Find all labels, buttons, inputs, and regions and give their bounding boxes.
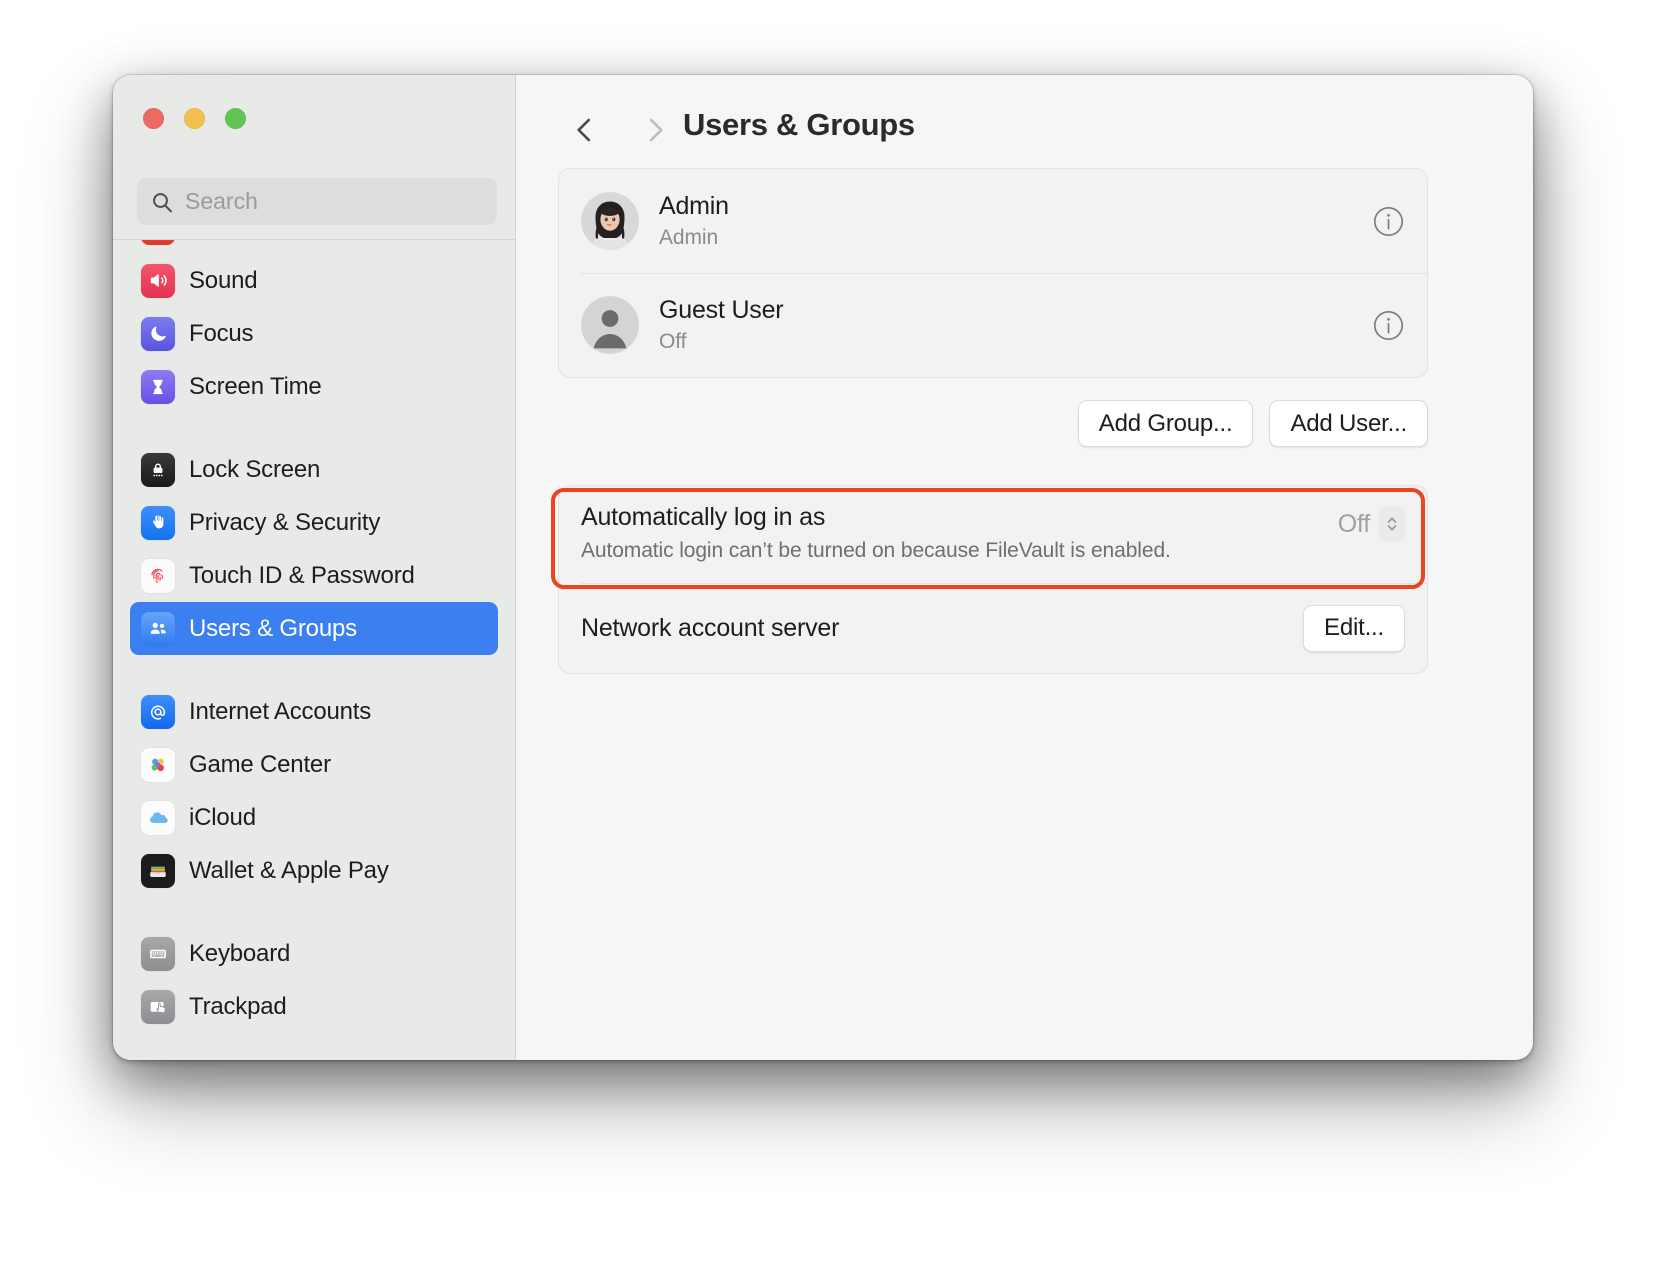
sidebar-item-label: Trackpad xyxy=(189,992,287,1020)
search-field[interactable] xyxy=(137,178,497,225)
sidebar-item-game-center[interactable]: Game Center xyxy=(130,738,498,791)
forward-chevron-icon xyxy=(640,115,670,145)
touch-id-icon xyxy=(141,558,175,593)
user-info: Guest User Off xyxy=(659,296,1372,354)
users-groups-icon xyxy=(141,611,175,646)
sidebar-item-label: Sound xyxy=(189,266,258,294)
edit-button[interactable]: Edit... xyxy=(1303,604,1405,652)
table-row[interactable]: Admin Admin xyxy=(559,169,1427,273)
page-title: Users & Groups xyxy=(683,107,915,142)
detail-pane: Users & Groups Admin Admin Guest User Of… xyxy=(516,75,1533,1060)
users-list-group: Admin Admin Guest User Off xyxy=(558,168,1428,378)
memoji-avatar xyxy=(581,192,639,250)
search-icon xyxy=(151,191,173,213)
user-name: Admin xyxy=(659,192,729,220)
sidebar-item-notifications[interactable]: Notifications xyxy=(130,239,498,254)
network-account-server-row: Network account server Edit... xyxy=(559,583,1427,673)
wallet-icon xyxy=(141,853,175,888)
minimize-button[interactable] xyxy=(184,108,205,129)
icloud-icon xyxy=(141,800,175,835)
sidebar-item-label: Users & Groups xyxy=(189,614,357,642)
sidebar: Notifications Sound Focus xyxy=(113,75,516,1060)
sidebar-item-keyboard[interactable]: Keyboard xyxy=(130,927,498,980)
user-role: Admin xyxy=(659,226,719,249)
sidebar-item-privacy-security[interactable]: Privacy & Security xyxy=(130,496,498,549)
system-settings-window: Notifications Sound Focus xyxy=(113,75,1533,1060)
trackpad-icon xyxy=(141,989,175,1024)
sidebar-item-label: Internet Accounts xyxy=(189,697,372,725)
lock-screen-icon xyxy=(141,452,175,487)
sidebar-item-label: Focus xyxy=(189,319,254,347)
window-controls xyxy=(143,108,246,129)
sidebar-item-screen-time[interactable]: Screen Time xyxy=(130,360,498,413)
user-actions: Add Group... Add User... xyxy=(558,400,1428,447)
back-button[interactable] xyxy=(558,103,612,157)
user-status: Off xyxy=(659,330,687,353)
sidebar-item-focus[interactable]: Focus xyxy=(130,307,498,360)
sidebar-item-label: Privacy & Security xyxy=(189,508,381,536)
game-center-icon xyxy=(141,747,175,782)
internet-accounts-icon xyxy=(141,694,175,729)
automatic-login-label: Automatically log in as xyxy=(581,503,826,531)
screenshot-stage: Notifications Sound Focus xyxy=(0,0,1654,1266)
keyboard-icon xyxy=(141,936,175,971)
automatic-login-texts: Automatically log in as Automatic login … xyxy=(581,503,1338,563)
network-account-server-label: Network account server xyxy=(581,613,840,642)
sidebar-item-icloud[interactable]: iCloud xyxy=(130,791,498,844)
sidebar-item-label: iCloud xyxy=(189,803,256,831)
automatic-login-value: Off xyxy=(1337,509,1370,538)
sound-icon xyxy=(141,263,175,298)
table-row[interactable]: Guest User Off xyxy=(559,273,1427,377)
add-group-button[interactable]: Add Group... xyxy=(1077,400,1254,447)
sidebar-item-users-groups[interactable]: Users & Groups xyxy=(130,602,498,655)
sidebar-item-label: Game Center xyxy=(189,750,331,778)
sidebar-item-label: Wallet & Apple Pay xyxy=(189,856,389,884)
screen-time-icon xyxy=(141,369,175,404)
sidebar-scroll-area[interactable]: Notifications Sound Focus xyxy=(113,239,515,1060)
close-button[interactable] xyxy=(143,108,164,129)
sidebar-item-trackpad[interactable]: Trackpad xyxy=(130,980,498,1033)
sidebar-item-lock-screen[interactable]: Lock Screen xyxy=(130,443,498,496)
sidebar-item-label: Lock Screen xyxy=(189,455,321,483)
forward-button[interactable] xyxy=(628,103,682,157)
sidebar-divider xyxy=(113,239,515,240)
sidebar-item-label: Keyboard xyxy=(189,939,291,967)
user-name: Guest User xyxy=(659,296,784,324)
generic-person-avatar xyxy=(581,296,639,354)
search-input[interactable] xyxy=(185,188,483,215)
settings-content: Admin Admin Guest User Off Add Group... … xyxy=(558,168,1428,674)
focus-icon xyxy=(141,316,175,351)
automatic-login-row[interactable]: Automatically log in as Automatic login … xyxy=(559,486,1427,583)
navigation-controls xyxy=(558,103,682,157)
sidebar-item-touch-id[interactable]: Touch ID & Password xyxy=(130,549,498,602)
sidebar-item-label: Touch ID & Password xyxy=(189,561,415,589)
automatic-login-popup[interactable]: Off xyxy=(1338,507,1405,541)
chevron-up-down-icon[interactable] xyxy=(1379,507,1405,541)
zoom-button[interactable] xyxy=(225,108,246,129)
sidebar-item-label: Screen Time xyxy=(189,372,322,400)
automatic-login-description: Automatic login can’t be turned on becau… xyxy=(581,539,1171,562)
back-chevron-icon xyxy=(570,115,600,145)
sidebar-list: Notifications Sound Focus xyxy=(113,239,515,1033)
info-button[interactable] xyxy=(1372,205,1405,238)
sidebar-item-sound[interactable]: Sound xyxy=(130,254,498,307)
login-options-group: Automatically log in as Automatic login … xyxy=(558,485,1428,674)
add-user-button[interactable]: Add User... xyxy=(1269,400,1428,447)
privacy-security-icon xyxy=(141,505,175,540)
info-button[interactable] xyxy=(1372,309,1405,342)
sidebar-item-wallet-apple-pay[interactable]: Wallet & Apple Pay xyxy=(130,844,498,897)
sidebar-item-internet-accounts[interactable]: Internet Accounts xyxy=(130,685,498,738)
user-info: Admin Admin xyxy=(659,192,1372,250)
